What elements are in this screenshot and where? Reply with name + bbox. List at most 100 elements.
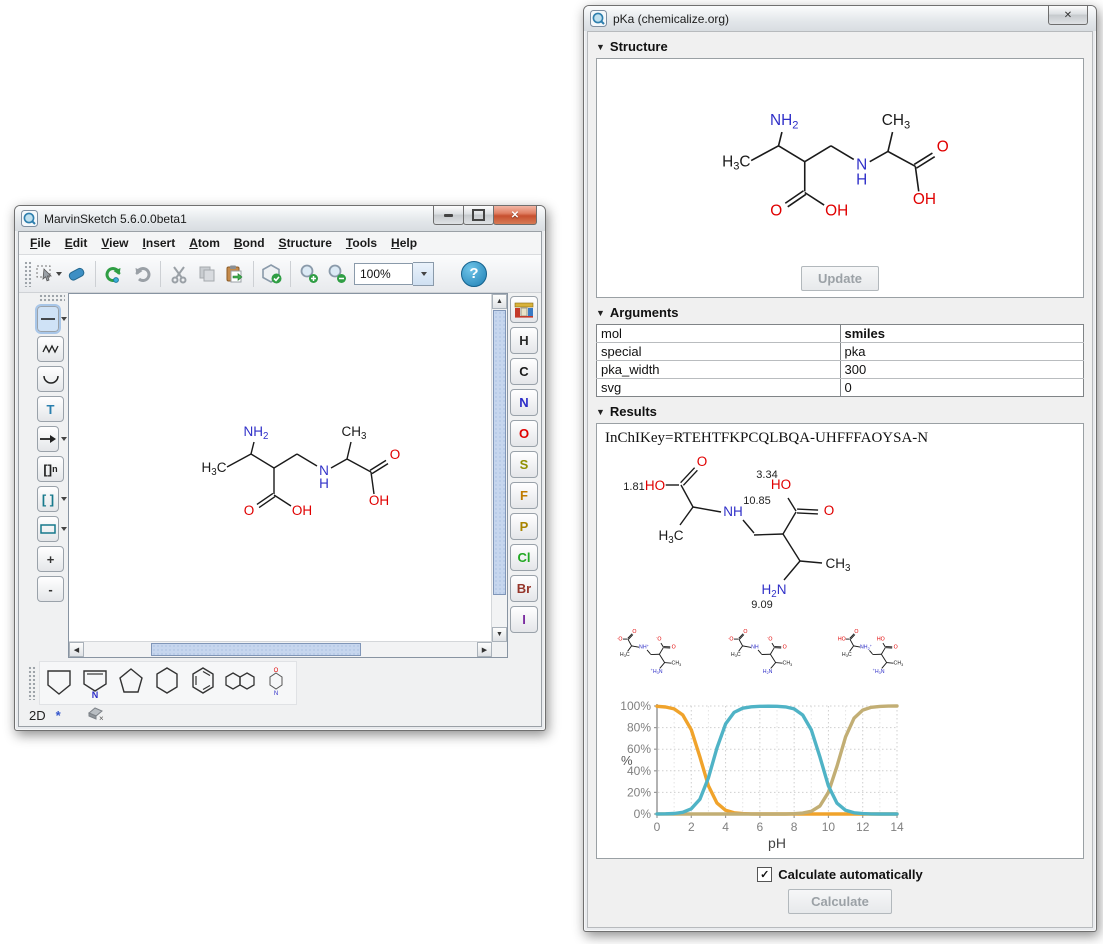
- copy-button[interactable]: [194, 261, 220, 287]
- ph-distribution-chart: 0%20%40%60%80%100%02468101214%pH: [605, 700, 1005, 852]
- toolbar-grip[interactable]: [24, 261, 32, 287]
- microspecies-structure-2: -OOH3CNH-OOCH3H2N: [716, 624, 818, 686]
- rectangle-tool-dropdown[interactable]: [61, 527, 67, 531]
- menu-view[interactable]: View: [94, 234, 135, 252]
- reaction-arrow-tool-dropdown[interactable]: [61, 437, 67, 441]
- arc-tool[interactable]: [37, 366, 64, 392]
- svg-text:×: ×: [99, 714, 104, 723]
- pka-titlebar[interactable]: pKa (chemicalize.org) ✕: [584, 6, 1096, 31]
- vertical-scrollbar[interactable]: ▲ ▼: [491, 294, 507, 642]
- help-button[interactable]: ?: [461, 261, 487, 287]
- menu-insert[interactable]: Insert: [136, 234, 183, 252]
- svg-text:OH: OH: [369, 493, 389, 508]
- menu-bond[interactable]: Bond: [227, 234, 272, 252]
- bracket-tool[interactable]: [ ]: [37, 486, 59, 512]
- undo-button[interactable]: [101, 261, 127, 287]
- svg-text:O: O: [390, 447, 401, 462]
- section-header-results[interactable]: ▼ Results: [596, 404, 1092, 419]
- bond-tool[interactable]: [37, 306, 59, 332]
- zoom-level-combobox[interactable]: 100%: [354, 262, 434, 286]
- zoom-in-button[interactable]: [296, 261, 322, 287]
- svg-text:CH3: CH3: [672, 661, 682, 667]
- element-button-c[interactable]: C: [510, 358, 538, 385]
- update-button[interactable]: Update: [801, 266, 879, 291]
- menu-help[interactable]: Help: [384, 234, 424, 252]
- element-button-n[interactable]: N: [510, 389, 538, 416]
- calculate-button[interactable]: Calculate: [788, 889, 892, 914]
- svg-text:HO: HO: [771, 477, 791, 492]
- scroll-right-arrow[interactable]: ▶: [477, 642, 492, 657]
- sketch-canvas[interactable]: NH2H3CNHCH3OOHOOH: [69, 294, 492, 642]
- template-custom-ring[interactable]: ON: [258, 664, 294, 702]
- template-naphthalene[interactable]: [222, 664, 258, 702]
- template-envelope-ring[interactable]: [42, 664, 78, 702]
- minimize-button[interactable]: [433, 206, 464, 225]
- redo-button[interactable]: [129, 261, 155, 287]
- section-header-structure[interactable]: ▼ Structure: [596, 39, 1092, 54]
- pka-client-area: ▼ Structure NH2H3CNHCH3OOHOOH Update ▼ A…: [587, 31, 1093, 928]
- element-button-o[interactable]: O: [510, 420, 538, 447]
- element-button-cl[interactable]: Cl: [510, 544, 538, 571]
- structure-check-button[interactable]: [259, 261, 285, 287]
- bond-tool-dropdown[interactable]: [61, 317, 67, 321]
- element-button-br[interactable]: Br: [510, 575, 538, 602]
- section-header-arguments[interactable]: ▼ Arguments: [596, 305, 1092, 320]
- element-button-h[interactable]: H: [510, 327, 538, 354]
- element-button-p[interactable]: P: [510, 513, 538, 540]
- menu-structure[interactable]: Structure: [272, 234, 339, 252]
- svg-text:-O: -O: [617, 636, 622, 643]
- element-button-f[interactable]: F: [510, 482, 538, 509]
- eraser-tool-button[interactable]: [64, 261, 90, 287]
- template-benzene[interactable]: [186, 664, 222, 702]
- marvinsketch-titlebar[interactable]: MarvinSketch 5.6.0.0beta1 ✕: [15, 206, 545, 231]
- text-tool[interactable]: T: [37, 396, 64, 422]
- horizontal-scrollbar[interactable]: ◀ ▶: [69, 641, 492, 657]
- menu-edit[interactable]: Edit: [58, 234, 95, 252]
- select-tool-dropdown[interactable]: [56, 272, 62, 276]
- vertical-scroll-thumb[interactable]: [493, 310, 506, 595]
- template-cyclopentane[interactable]: [114, 664, 150, 702]
- periodic-table-button[interactable]: [510, 296, 538, 323]
- svg-text:OH: OH: [292, 503, 312, 518]
- calculate-automatically-checkbox[interactable]: ✓: [757, 867, 772, 882]
- modified-indicator: *: [56, 708, 61, 723]
- svg-text:O: O: [894, 644, 898, 650]
- element-button-i[interactable]: I: [510, 606, 538, 633]
- svg-text:1.81: 1.81: [623, 481, 644, 493]
- element-button-s[interactable]: S: [510, 451, 538, 478]
- zoom-level-value[interactable]: 100%: [354, 263, 413, 285]
- cut-button[interactable]: [166, 261, 192, 287]
- reaction-arrow-tool[interactable]: [37, 426, 59, 452]
- scroll-left-arrow[interactable]: ◀: [69, 642, 84, 657]
- zoom-out-button[interactable]: [324, 261, 350, 287]
- template-bar-grip[interactable]: [28, 666, 36, 700]
- svg-text:O: O: [672, 644, 676, 650]
- decrease-charge-tool[interactable]: -: [37, 576, 64, 602]
- select-tool-button[interactable]: [36, 261, 62, 287]
- chain-tool[interactable]: [37, 336, 64, 362]
- zoom-level-dropdown[interactable]: [413, 262, 434, 286]
- repeat-group-tool[interactable]: []n: [37, 456, 64, 482]
- bracket-tool-dropdown[interactable]: [61, 497, 67, 501]
- menu-atom[interactable]: Atom: [182, 234, 227, 252]
- paste-button[interactable]: [222, 261, 248, 287]
- svg-text:H3C: H3C: [620, 652, 630, 658]
- left-strip-grip[interactable]: [39, 294, 65, 302]
- menu-file[interactable]: File: [23, 234, 58, 252]
- horizontal-scroll-thumb[interactable]: [151, 643, 361, 656]
- rectangle-tool[interactable]: [37, 516, 59, 542]
- svg-text:NH: NH: [723, 504, 743, 519]
- maximize-button[interactable]: [463, 206, 494, 225]
- close-button[interactable]: ✕: [1048, 6, 1088, 25]
- scroll-down-arrow[interactable]: ▼: [492, 627, 507, 642]
- scroll-up-arrow[interactable]: ▲: [492, 294, 507, 309]
- template-cyclohexane[interactable]: [150, 664, 186, 702]
- workspace: T[]n[ ]+- NH2H3CNHCH3OOHOOH ▲ ▼ ◀ ▶: [19, 292, 541, 658]
- structure-panel: NH2H3CNHCH3OOHOOH Update: [596, 58, 1084, 298]
- template-pyrrole[interactable]: N: [78, 664, 114, 702]
- increase-charge-tool[interactable]: +: [37, 546, 64, 572]
- close-button[interactable]: ✕: [493, 206, 537, 225]
- menu-tools[interactable]: Tools: [339, 234, 384, 252]
- marvinsketch-client-area: FileEditViewInsertAtomBondStructureTools…: [18, 231, 542, 727]
- pka-annotated-molecule: 1.81HOOH3CNH10.853.34HOOCH3H2N9.09: [607, 454, 937, 619]
